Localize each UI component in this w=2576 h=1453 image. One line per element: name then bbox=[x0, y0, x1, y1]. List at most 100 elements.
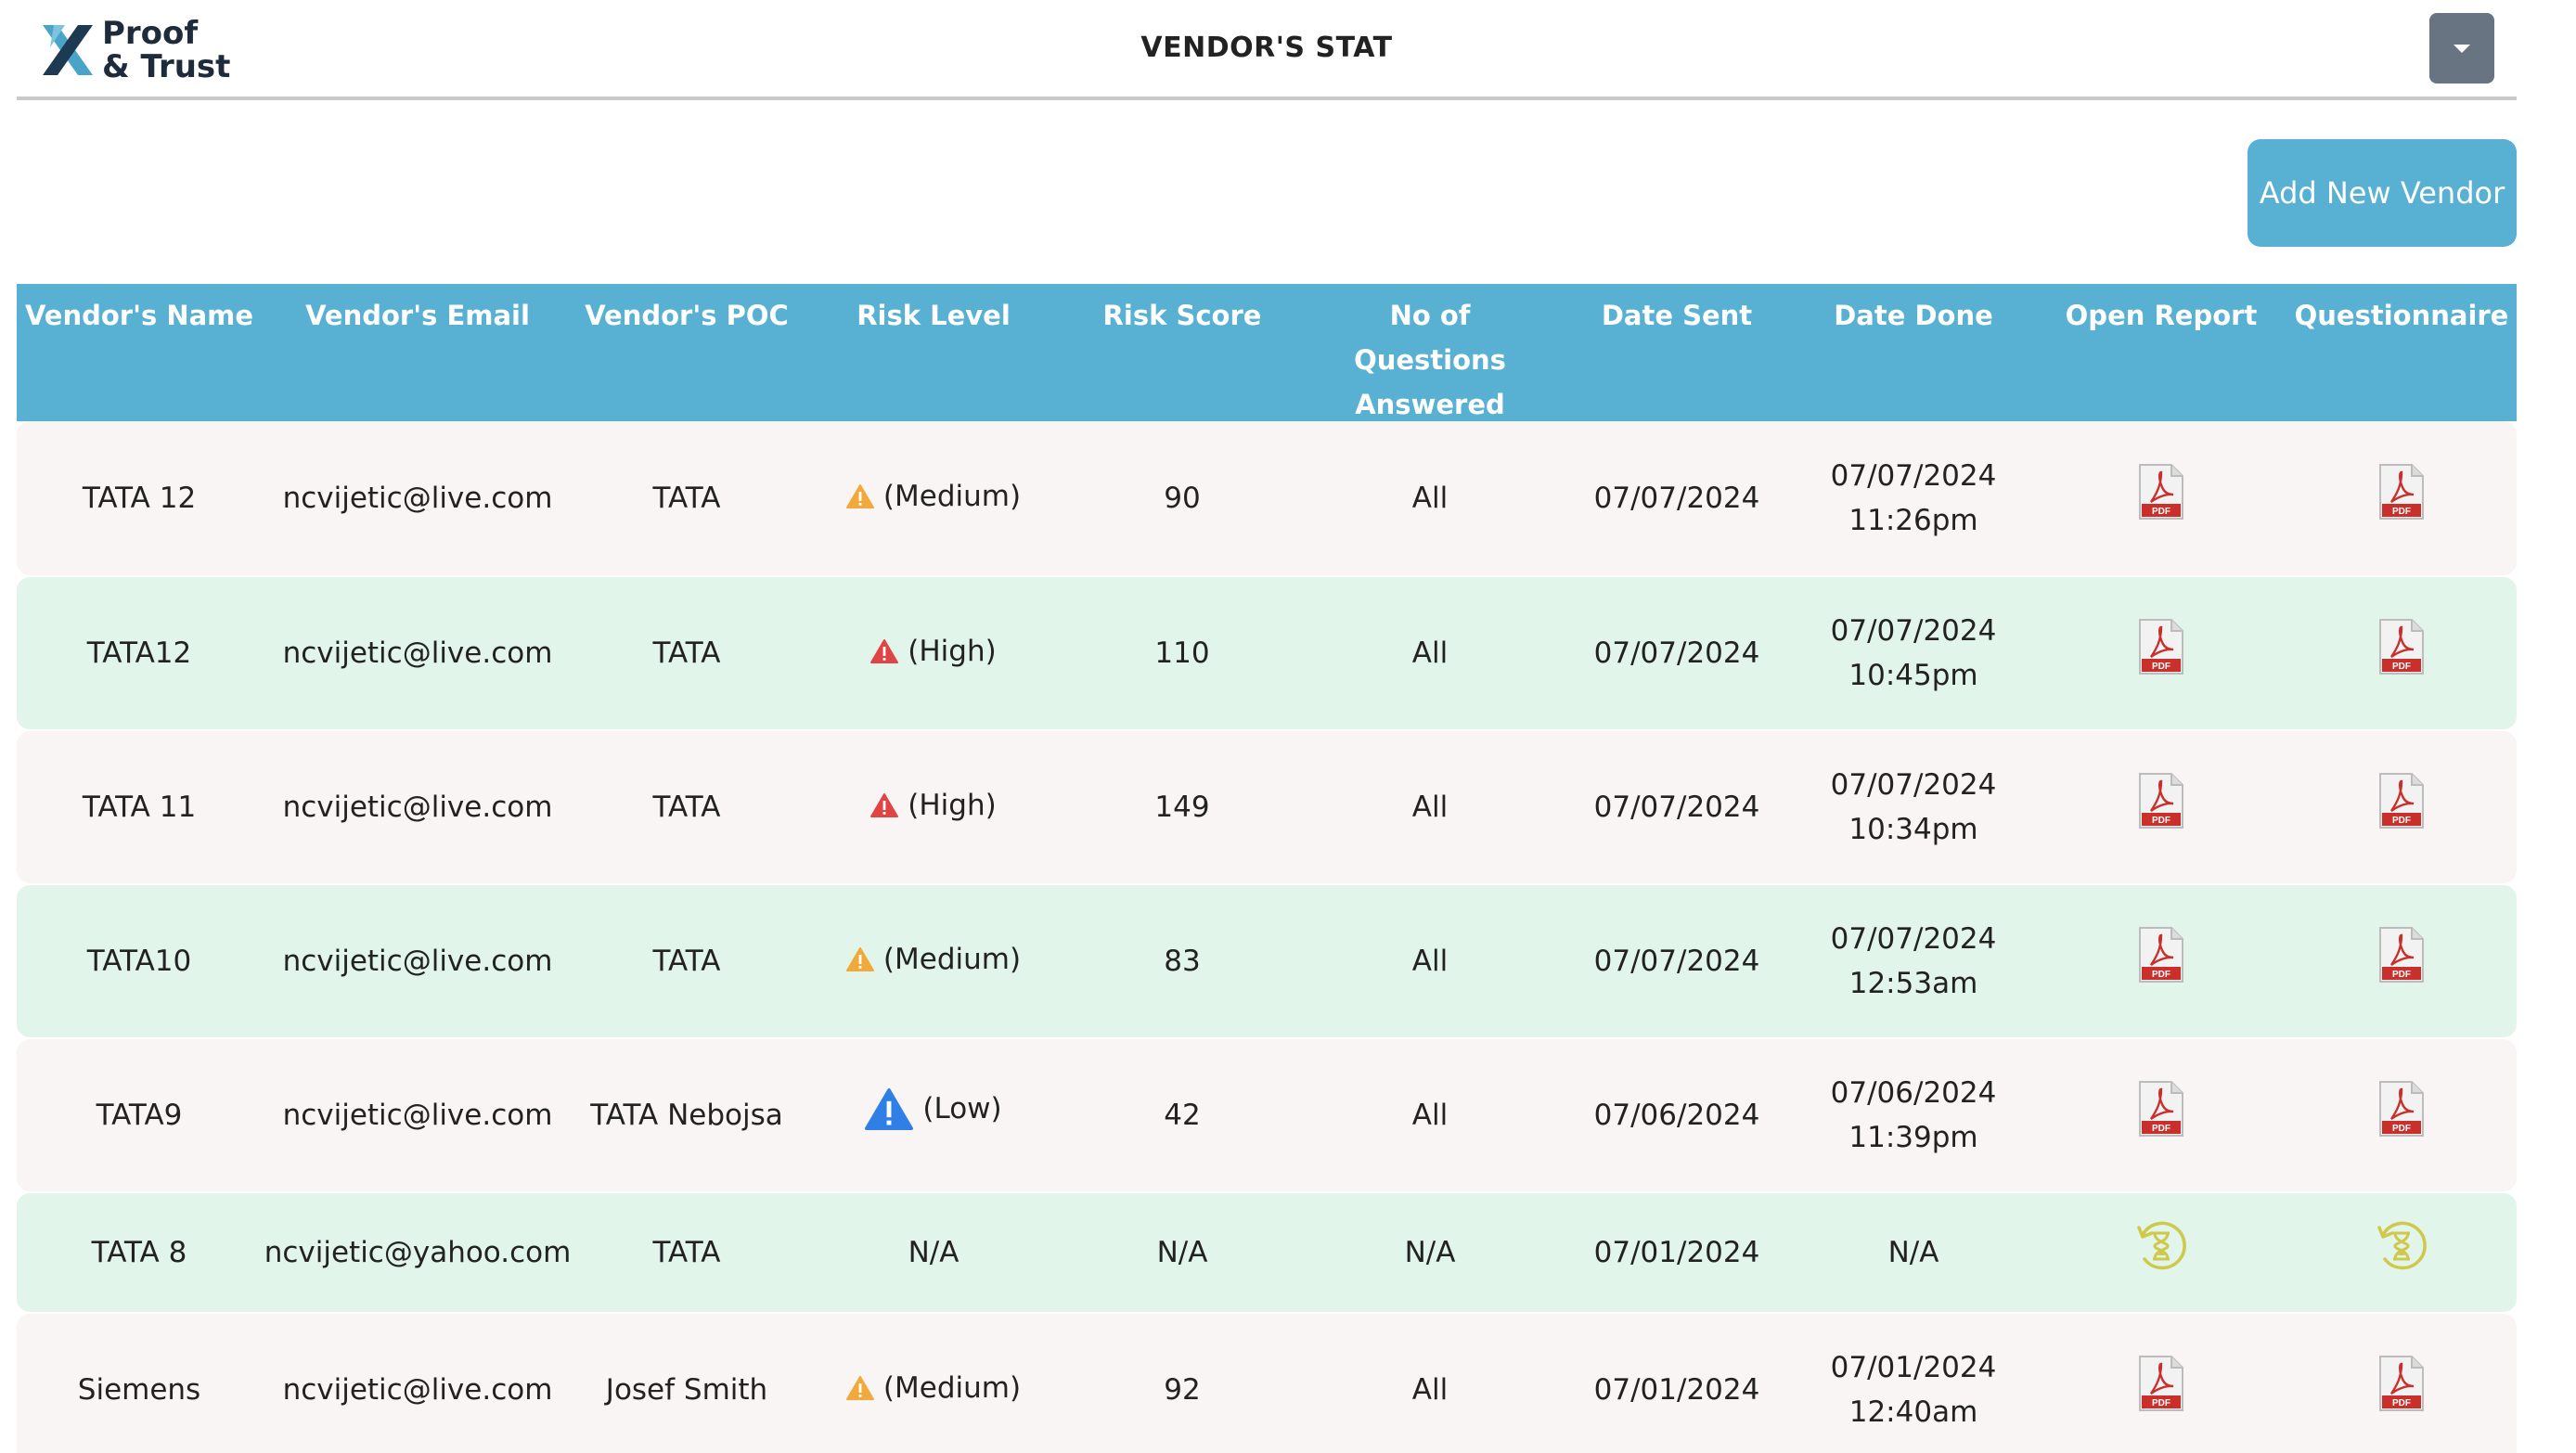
cell-vendor-email: ncvijetic@live.com bbox=[262, 785, 573, 829]
cell-date-done: 07/07/2024 11:26pm bbox=[1791, 454, 2036, 543]
cell-questionnaire: PDF bbox=[2286, 1080, 2517, 1151]
col-questions-answered[interactable]: No of Questions Answered bbox=[1297, 284, 1563, 421]
cell-questionnaire: PDF bbox=[2286, 772, 2517, 842]
svg-text:PDF: PDF bbox=[2152, 1124, 2170, 1134]
cell-risk-level: (High) bbox=[800, 783, 1067, 831]
pdf-icon[interactable]: PDF bbox=[2136, 772, 2186, 829]
vendor-name: TATA 8 bbox=[91, 1236, 187, 1269]
cell-risk-score: N/A bbox=[1067, 1230, 1297, 1275]
top-bar: Proof & Trust VENDOR'S STAT bbox=[17, 0, 2517, 100]
pdf-icon[interactable]: PDF bbox=[2136, 1080, 2186, 1138]
menu-dropdown-button[interactable] bbox=[2429, 13, 2494, 84]
col-risk-level[interactable]: Risk Level bbox=[800, 284, 1067, 421]
pdf-icon[interactable]: PDF bbox=[2376, 926, 2427, 984]
date-done-date: 07/07/2024 bbox=[1830, 614, 1997, 648]
risk-level-label: (High) bbox=[908, 789, 997, 822]
vendor-poc: TATA Nebojsa bbox=[590, 1099, 783, 1132]
col-risk-score[interactable]: Risk Score bbox=[1067, 284, 1297, 421]
col-date-sent[interactable]: Date Sent bbox=[1563, 284, 1791, 421]
pdf-icon[interactable]: PDF bbox=[2376, 772, 2427, 829]
pdf-icon[interactable]: PDF bbox=[2136, 463, 2186, 521]
cell-questions-answered: All bbox=[1297, 1368, 1563, 1412]
pdf-icon[interactable]: PDF bbox=[2376, 463, 2427, 521]
col-open-report[interactable]: Open Report bbox=[2036, 284, 2286, 421]
table-row[interactable]: TATA 11 ncvijetic@live.com TATA (High) 149 Al… bbox=[17, 731, 2517, 883]
vendor-poc: TATA bbox=[652, 1236, 721, 1269]
col-vendor-email[interactable]: Vendor's Email bbox=[262, 284, 573, 421]
cell-vendor-poc: TATA Nebojsa bbox=[573, 1093, 800, 1138]
col-questionnaire[interactable]: Questionnaire bbox=[2286, 284, 2517, 421]
hourglass-icon[interactable] bbox=[2372, 1216, 2431, 1276]
risk-level-label: (Medium) bbox=[882, 943, 1022, 976]
cell-date-sent: 07/07/2024 bbox=[1563, 631, 1791, 675]
cell-date-sent: 07/01/2024 bbox=[1563, 1230, 1791, 1275]
svg-text:PDF: PDF bbox=[2152, 816, 2170, 826]
risk-level-label: (Low) bbox=[922, 1092, 1002, 1125]
risk-score: 110 bbox=[1154, 636, 1210, 670]
cell-vendor-email: ncvijetic@live.com bbox=[262, 939, 573, 984]
vendor-table: Vendor's Name Vendor's Email Vendor's PO… bbox=[17, 284, 2517, 1453]
caret-down-icon bbox=[2454, 44, 2470, 53]
date-done-date: 07/06/2024 bbox=[1830, 1076, 1997, 1110]
col-vendor-poc[interactable]: Vendor's POC bbox=[573, 284, 800, 421]
cell-vendor-poc: TATA bbox=[573, 1230, 800, 1275]
cell-risk-level: (Low) bbox=[800, 1087, 1067, 1145]
svg-text:PDF: PDF bbox=[2392, 1124, 2411, 1134]
cell-date-done: N/A bbox=[1791, 1230, 2036, 1275]
cell-vendor-name: TATA 8 bbox=[17, 1230, 262, 1275]
hourglass-icon[interactable] bbox=[2132, 1216, 2191, 1276]
cell-vendor-email: ncvijetic@live.com bbox=[262, 1093, 573, 1138]
cell-questions-answered: All bbox=[1297, 939, 1563, 984]
risk-level-label: N/A bbox=[908, 1236, 960, 1269]
pdf-icon[interactable]: PDF bbox=[2136, 618, 2186, 675]
cell-risk-score: 92 bbox=[1067, 1368, 1297, 1412]
table-row[interactable]: TATA12 ncvijetic@live.com TATA (High) 110 All… bbox=[17, 577, 2517, 729]
questions-answered: All bbox=[1411, 636, 1449, 670]
vendor-poc: Josef Smith bbox=[605, 1373, 768, 1407]
pdf-icon[interactable]: PDF bbox=[2376, 618, 2427, 675]
table-row[interactable]: TATA10 ncvijetic@live.com TATA (Medium) 83 Al… bbox=[17, 885, 2517, 1037]
date-done-time: 11:26pm bbox=[1848, 504, 1978, 537]
col-date-done[interactable]: Date Done bbox=[1791, 284, 2036, 421]
vendor-name: TATA12 bbox=[86, 636, 192, 670]
cell-vendor-poc: Josef Smith bbox=[573, 1368, 800, 1412]
vendor-name: TATA 11 bbox=[82, 791, 197, 824]
risk-score: 83 bbox=[1164, 945, 1201, 978]
cell-vendor-name: TATA9 bbox=[17, 1093, 262, 1138]
cell-risk-score: 149 bbox=[1067, 785, 1297, 829]
questions-answered: All bbox=[1411, 1373, 1449, 1407]
pdf-icon[interactable]: PDF bbox=[2376, 1355, 2427, 1412]
svg-text:PDF: PDF bbox=[2392, 970, 2411, 980]
pdf-icon[interactable]: PDF bbox=[2376, 1080, 2427, 1138]
cell-risk-level: N/A bbox=[800, 1230, 1067, 1275]
cell-risk-level: (High) bbox=[800, 629, 1067, 677]
date-sent: 07/01/2024 bbox=[1593, 1373, 1760, 1407]
add-new-vendor-button[interactable]: Add New Vendor bbox=[2248, 139, 2517, 247]
vendor-email: ncvijetic@live.com bbox=[282, 1373, 553, 1407]
cell-open-report: PDF bbox=[2036, 463, 2286, 534]
risk-level: (Medium) bbox=[845, 937, 1022, 982]
vendor-email: ncvijetic@live.com bbox=[282, 791, 553, 824]
col-vendor-name[interactable]: Vendor's Name bbox=[17, 284, 262, 421]
vendor-name: Siemens bbox=[77, 1373, 201, 1407]
cell-questions-answered: All bbox=[1297, 785, 1563, 829]
table-body: TATA 12 ncvijetic@live.com TATA (Medium) 90 A… bbox=[17, 421, 2517, 1453]
date-done-date: 07/07/2024 bbox=[1830, 768, 1997, 802]
table-row[interactable]: Siemens ncvijetic@live.com Josef Smith (Med… bbox=[17, 1314, 2517, 1453]
vendor-name: TATA10 bbox=[86, 945, 192, 978]
vendor-poc: TATA bbox=[652, 636, 721, 670]
cell-questions-answered: All bbox=[1297, 476, 1563, 521]
cell-date-done: 07/07/2024 12:53am bbox=[1791, 917, 2036, 1006]
table-row[interactable]: TATA 12 ncvijetic@live.com TATA (Medium) 90 A… bbox=[17, 421, 2517, 575]
cell-open-report: PDF bbox=[2036, 772, 2286, 842]
cell-date-done: 07/01/2024 12:40am bbox=[1791, 1345, 2036, 1434]
cell-vendor-email: ncvijetic@live.com bbox=[262, 476, 573, 521]
col-questions-answered-line3: Answered bbox=[1355, 389, 1505, 420]
risk-score: N/A bbox=[1156, 1236, 1208, 1269]
cell-vendor-name: TATA 11 bbox=[17, 785, 262, 829]
table-row[interactable]: TATA 8 ncvijetic@yahoo.com TATA N/A N/A N/A 07… bbox=[17, 1193, 2517, 1312]
table-row[interactable]: TATA9 ncvijetic@live.com TATA Nebojsa (Low)… bbox=[17, 1039, 2517, 1191]
date-done-time: 11:39pm bbox=[1848, 1121, 1978, 1154]
pdf-icon[interactable]: PDF bbox=[2136, 1355, 2186, 1412]
pdf-icon[interactable]: PDF bbox=[2136, 926, 2186, 984]
